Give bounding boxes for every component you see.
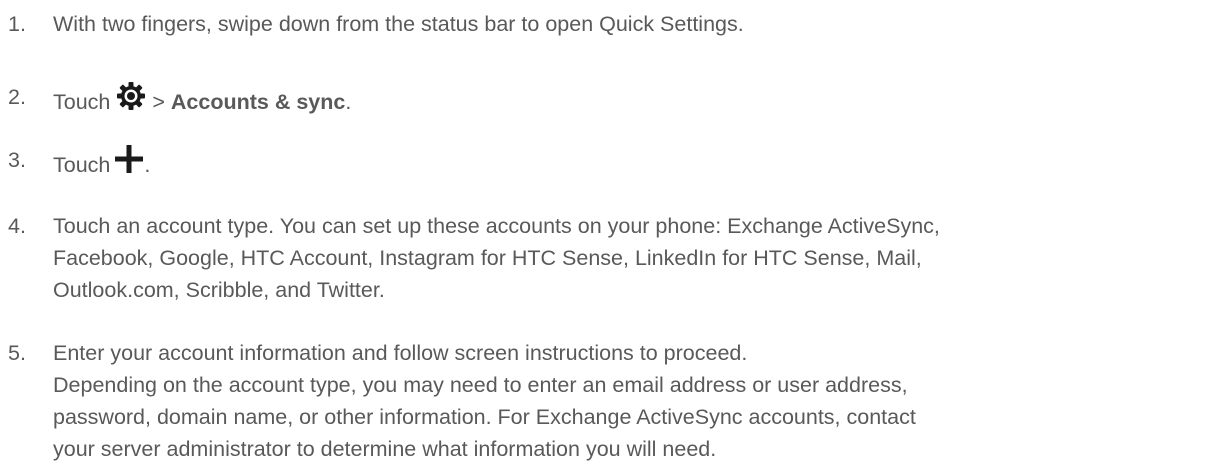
step-number: 1. [8,12,26,36]
step-line: Facebook, Google, HTC Account, Instagram… [53,246,922,270]
step-text: Enter your account information and follo… [53,337,1218,465]
step-number: 3. [8,148,26,172]
step-text: Touch > Accounts & sync. [53,81,1218,118]
step-line: Touch an account type. You can set up th… [53,214,940,238]
plus-icon [114,144,144,174]
step-text: Touch an account type. You can set up th… [53,210,1218,306]
menu-item-label: Accounts & sync [170,90,346,114]
step-number: 2. [8,85,26,109]
step-suffix: . [345,90,352,114]
step-line: Outlook.com, Scribble, and Twitter. [53,278,385,302]
step-number: 4. [8,214,26,238]
step-suffix: . [144,153,151,177]
separator: > [152,90,165,114]
step-line: your server administrator to determine w… [53,437,717,461]
step-line: password, domain name, or other informat… [53,405,916,429]
step-text: Touch . [53,144,1218,181]
step-prefix: Touch [53,153,111,177]
step-line: Enter your account information and follo… [53,341,748,365]
step-number: 5. [8,341,26,365]
step-line: Depending on the account type, you may n… [53,373,908,397]
step-prefix: Touch [53,90,111,114]
gear-icon [116,81,146,111]
step-text: With two fingers, swipe down from the st… [53,12,744,36]
